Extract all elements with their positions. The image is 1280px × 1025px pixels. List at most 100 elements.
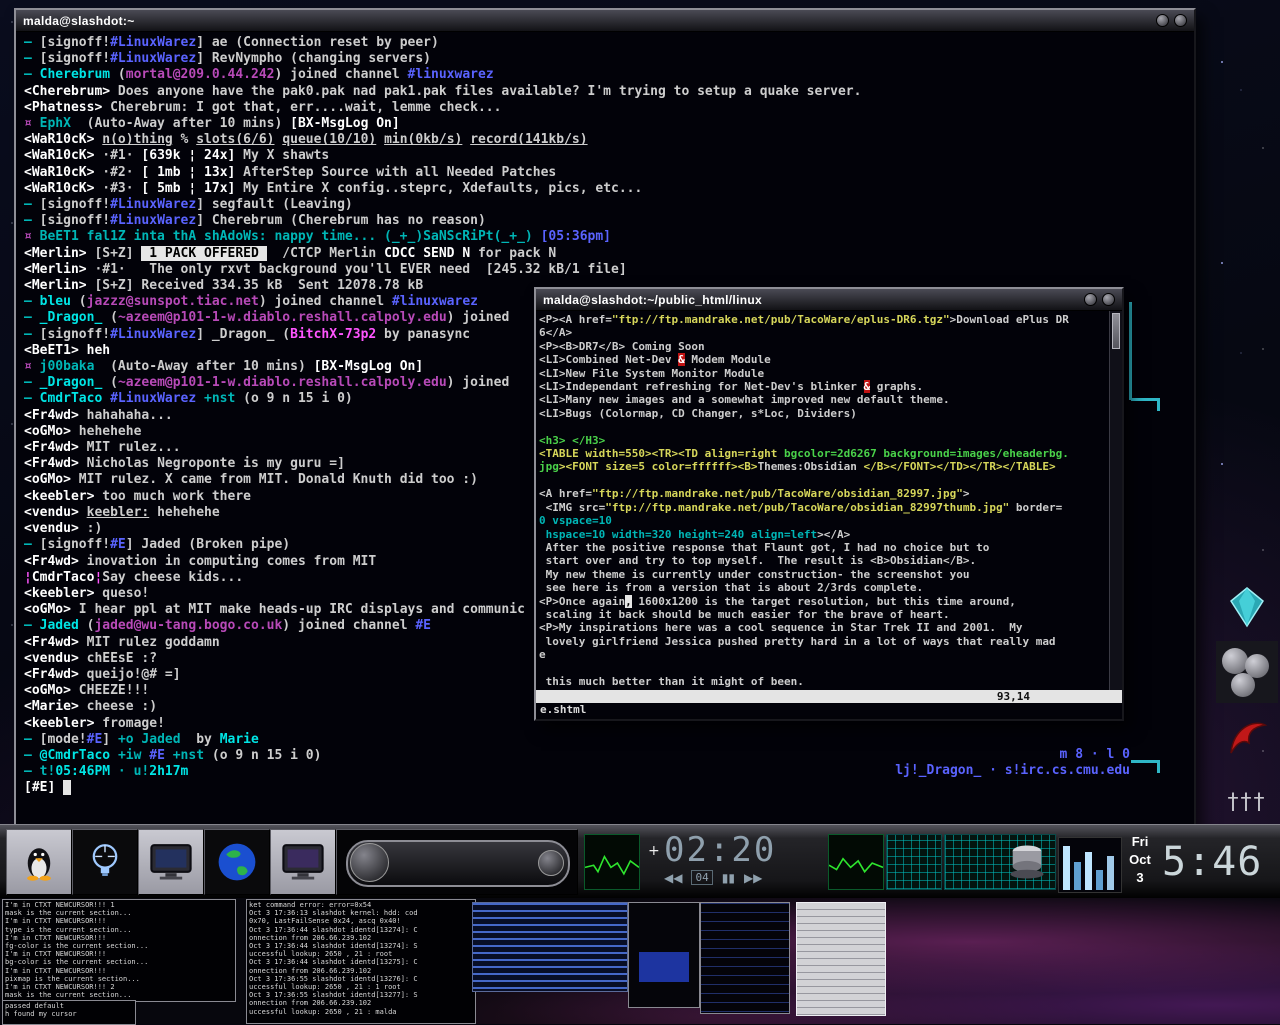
text-segment: ―	[24, 213, 40, 228]
thumbnail-text-line: bg-color is the current section...	[5, 958, 233, 966]
text-segment: hspace=10 width=320 height=240 align=lef…	[539, 528, 817, 541]
dock-buttons-app[interactable]	[1216, 641, 1278, 703]
pager-syslog-window[interactable]: ket command error: error=0x54Oct 3 17:36…	[246, 899, 476, 1024]
load-meter-widget[interactable]	[1058, 837, 1122, 893]
text-segment: ) joined channel	[259, 294, 392, 309]
vim-scrollbar[interactable]	[1109, 311, 1122, 690]
text-segment	[79, 505, 87, 520]
dock-gem-app[interactable]	[1216, 576, 1278, 638]
dock-red-app[interactable]	[1216, 706, 1278, 768]
text-segment: <WaR10cK>	[24, 165, 94, 180]
pager-terminal-window[interactable]: I'm in CTXT NEWCURSOR!!! 1mask is the cu…	[2, 899, 236, 1002]
text-segment: [ 1mb ¦ 13x]	[141, 165, 235, 180]
dock-monitor-app[interactable]	[270, 829, 336, 895]
text-segment: ><FONT size=5 color=ffffff><B>	[559, 460, 758, 473]
rewind-button[interactable]: ◀◀	[664, 871, 682, 885]
dock-monitor-app[interactable]	[138, 829, 204, 895]
text-segment: BitchX-73p2	[290, 327, 376, 342]
dock-earth-app[interactable]	[204, 829, 270, 895]
text-segment: <Fr4wd>	[24, 408, 79, 423]
text-segment: ·#3·	[94, 181, 141, 196]
scrollbar-thumb[interactable]	[1129, 302, 1132, 400]
text-segment: Marie	[220, 732, 259, 747]
pager-window-thumbnail[interactable]	[700, 902, 790, 1014]
text-segment: ] Cherebrum (Cherebrum has no reason)	[196, 213, 486, 228]
thumbnail-text-line: uccessful lookup: 2650 , 21 : 1 root	[249, 983, 473, 991]
text-segment: +nst	[204, 391, 243, 406]
desktop-pager: I'm in CTXT NEWCURSOR!!! 1mask is the cu…	[0, 898, 1280, 1024]
text-segment: <WaR10cK>	[24, 132, 94, 147]
text-segment: (	[102, 375, 118, 390]
terminal-line: ¤ EphX (Auto-Away after 10 mins) [BX-Msg…	[24, 116, 1186, 132]
text-segment: <P>Once again	[539, 595, 625, 608]
text-segment: #LinuxWarez	[110, 197, 196, 212]
text-segment: bleu	[40, 294, 71, 309]
disk-monitor-widget[interactable]	[944, 834, 1056, 890]
window-menu-button[interactable]	[1084, 293, 1097, 306]
terminal-line: <LI>Bugs (Colormap, CD Changer, s*Loc, D…	[539, 407, 1106, 420]
irc-window-titlebar[interactable]: malda@slashdot:~	[16, 10, 1194, 32]
pager-window-thumbnail[interactable]	[628, 902, 700, 1008]
meter-bar	[1085, 852, 1092, 890]
pager-terminal-window[interactable]: passed defaulth found my cursor	[2, 1000, 136, 1025]
scrollbar-thumb[interactable]	[1112, 313, 1120, 349]
terminal-line: scaling it back should be much easier fo…	[539, 608, 1106, 621]
day-number: 3	[1118, 869, 1162, 887]
slider-knob[interactable]	[538, 850, 564, 876]
terminal-line: <WaR10cK> ·#1· [639k ¦ 24x] My X shawts	[24, 148, 1186, 164]
network-graph-widget[interactable]	[886, 834, 942, 890]
terminal-line: this much better than it might of been.	[539, 675, 1106, 688]
text-segment: ―	[24, 310, 40, 325]
oscilloscope-widget[interactable]	[584, 834, 640, 890]
dock-lightbulb-app[interactable]	[72, 829, 138, 895]
terminal-line: <Merlin> ·#1· The only rxvt background y…	[24, 262, 1186, 278]
terminal-line: <WaR10cK> n(o)thing % slots(6/6) queue(1…	[24, 132, 1186, 148]
text-segment: <Merlin>	[24, 262, 87, 277]
text-segment: EphX	[40, 116, 71, 131]
text-segment: [BX-MsgLog On]	[290, 116, 400, 131]
text-segment: <Fr4wd>	[24, 667, 79, 682]
pager-window-thumbnail[interactable]	[472, 902, 628, 992]
text-segment: ―	[24, 35, 40, 50]
text-segment: ― t!	[24, 764, 55, 779]
text-segment: [signoff!	[40, 51, 110, 66]
terminal-line: <IMG src="ftp://ftp.mandrake.net/pub/Tac…	[539, 501, 1106, 514]
thumbnail-text-line: I'm in CTXT NEWCURSOR!!! 1	[5, 901, 233, 909]
text-segment: ―	[24, 618, 40, 633]
terminal-line: <Merlin> [S+Z] 1 PACK OFFERED /CTCP Merl…	[24, 246, 1186, 262]
dock-tux-app[interactable]	[6, 829, 72, 895]
pager-window-thumbnail[interactable]	[796, 902, 886, 1016]
vim-editor-content[interactable]: <P><A href="ftp://ftp.mandrake.net/pub/T…	[536, 311, 1109, 690]
window-close-button[interactable]	[1174, 14, 1187, 27]
text-segment: CmdrTaco	[40, 391, 110, 406]
text-segment: (	[110, 67, 126, 82]
calendar-widget: Fri Oct 3	[1118, 833, 1162, 887]
text-segment: <Fr4wd>	[24, 456, 79, 471]
text-segment: %	[173, 132, 196, 147]
forward-button[interactable]: ▶▶	[744, 871, 762, 885]
text-segment: [signoff!	[40, 213, 110, 228]
text-segment: MIT rulez. X came from MIT. Donald Knuth…	[71, 472, 478, 487]
text-segment: ―	[24, 51, 40, 66]
pause-button[interactable]: ▮▮	[722, 871, 735, 885]
terminal-line: <LI>Many new images and a somewhat impro…	[539, 393, 1106, 406]
cd-slider-widget[interactable]	[336, 829, 578, 895]
text-segment: [signoff!	[40, 327, 110, 342]
text-segment: <Phatness>	[24, 100, 102, 115]
terminal-line: <LI>Combined Net-Dev & Modem Module	[539, 353, 1106, 366]
text-segment: [signoff!	[40, 197, 110, 212]
thumbnail-text-line: onnection from 206.66.239.102	[249, 999, 473, 1007]
slider-knob[interactable]	[350, 843, 389, 882]
oscilloscope-widget[interactable]	[828, 834, 884, 890]
text-segment: jaded@wu-tang.bogo.co.uk	[94, 618, 282, 633]
text-segment: >Download ePlus DR	[950, 313, 1069, 326]
window-menu-button[interactable]	[1156, 14, 1169, 27]
vim-window-titlebar[interactable]: malda@slashdot:~/public_html/linux	[536, 289, 1122, 311]
text-segment: ]	[102, 732, 118, 747]
terminal-line	[539, 474, 1106, 487]
text-segment: +nst	[173, 748, 212, 763]
window-close-button[interactable]	[1102, 293, 1115, 306]
terminal-line: <WaR10cK> ·#3· [ 5mb ¦ 17x] My Entire X …	[24, 181, 1186, 197]
text-segment: Say cheese kids...	[102, 570, 243, 585]
text-segment: ,	[625, 595, 632, 608]
